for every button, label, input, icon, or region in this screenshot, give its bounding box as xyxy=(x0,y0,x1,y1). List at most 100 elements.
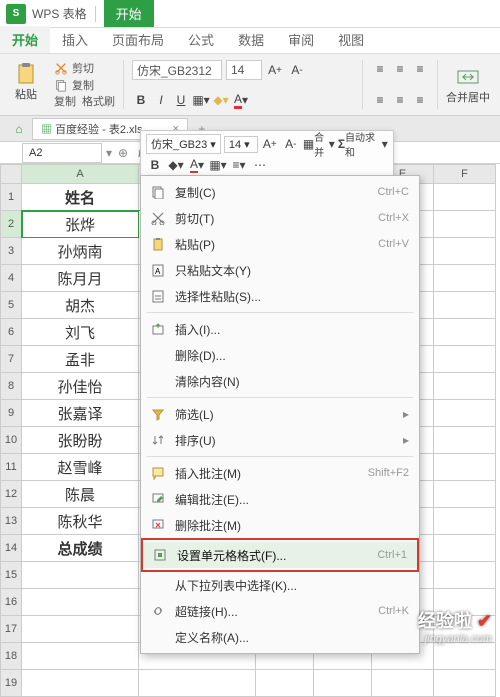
cell[interactable] xyxy=(434,238,496,265)
copy-label2[interactable]: 复制 xyxy=(54,93,76,109)
row-header[interactable]: 2 xyxy=(0,211,22,238)
mini-font-select[interactable]: 仿宋_GB23 ▾ xyxy=(146,134,221,154)
ctx-插入批注M[interactable]: 插入批注(M)Shift+F2 xyxy=(141,460,419,486)
paste-button[interactable]: 粘贴 xyxy=(10,60,42,104)
ctx-复制C[interactable]: 复制(C)Ctrl+C xyxy=(141,179,419,205)
cell[interactable] xyxy=(434,508,496,535)
ctx-插入I[interactable]: 插入(I)... xyxy=(141,316,419,342)
font-size-select[interactable]: 14 xyxy=(226,60,262,80)
cell[interactable]: 张烨 xyxy=(22,211,139,238)
mini-fill[interactable]: ◆▾ xyxy=(167,156,185,174)
row-header[interactable]: 8 xyxy=(0,373,22,400)
name-box[interactable]: A2 xyxy=(22,143,102,163)
cell[interactable] xyxy=(434,562,496,589)
ctx-定义名称A[interactable]: 定义名称(A)... xyxy=(141,624,419,650)
row-header[interactable]: 15 xyxy=(0,562,22,589)
valign-mid-icon[interactable]: ≡ xyxy=(391,91,409,109)
ctx-设置单元格格式F[interactable]: 设置单元格格式(F)...Ctrl+1 xyxy=(143,542,417,568)
col-header-A[interactable]: A xyxy=(22,164,139,184)
cell[interactable]: 胡杰 xyxy=(22,292,139,319)
cell[interactable] xyxy=(434,346,496,373)
row-header[interactable]: 14 xyxy=(0,535,22,562)
ctx-删除D[interactable]: 删除(D)... xyxy=(141,342,419,368)
align-right-icon[interactable]: ≡ xyxy=(411,60,429,78)
format-painter[interactable]: 格式刷 xyxy=(82,93,115,109)
ctx-粘贴P[interactable]: 粘贴(P)Ctrl+V xyxy=(141,231,419,257)
ctx-编辑批注E[interactable]: 编辑批注(E)... xyxy=(141,486,419,512)
ctx-超链接H[interactable]: 超链接(H)...Ctrl+K xyxy=(141,598,419,624)
ctx-筛选L[interactable]: 筛选(L)▸ xyxy=(141,401,419,427)
align-center-icon[interactable]: ≡ xyxy=(391,60,409,78)
row-header[interactable]: 17 xyxy=(0,616,22,643)
cell[interactable] xyxy=(22,616,139,643)
cell[interactable]: 陈秋华 xyxy=(22,508,139,535)
ctx-只粘贴文本Y[interactable]: A只粘贴文本(Y) xyxy=(141,257,419,283)
row-header[interactable]: 12 xyxy=(0,481,22,508)
underline-button[interactable]: U xyxy=(172,91,190,109)
ctx-选择性粘贴S[interactable]: 选择性粘贴(S)... xyxy=(141,283,419,309)
cell[interactable]: 张嘉译 xyxy=(22,400,139,427)
valign-top-icon[interactable]: ≡ xyxy=(371,91,389,109)
cell[interactable]: 孙炳南 xyxy=(22,238,139,265)
cell[interactable]: 孟非 xyxy=(22,346,139,373)
row-header[interactable]: 6 xyxy=(0,319,22,346)
mini-border[interactable]: ▦▾ xyxy=(209,156,227,174)
row-header[interactable]: 4 xyxy=(0,265,22,292)
tab-formula[interactable]: 公式 xyxy=(176,26,226,53)
cell[interactable] xyxy=(434,400,496,427)
row-header[interactable]: 1 xyxy=(0,184,22,211)
cell[interactable] xyxy=(434,184,496,211)
cell[interactable] xyxy=(22,562,139,589)
row-header[interactable]: 18 xyxy=(0,643,22,670)
mini-inc-font[interactable]: A+ xyxy=(261,135,279,153)
row-header[interactable]: 3 xyxy=(0,238,22,265)
tab-start-green[interactable]: 开始 xyxy=(104,0,154,27)
italic-button[interactable]: I xyxy=(152,91,170,109)
align-left-icon[interactable]: ≡ xyxy=(371,60,389,78)
bold-button[interactable]: B xyxy=(132,91,150,109)
cell[interactable] xyxy=(434,265,496,292)
cell[interactable]: 陈晨 xyxy=(22,481,139,508)
cell[interactable] xyxy=(434,454,496,481)
mini-font-color[interactable]: A▾ xyxy=(188,156,206,174)
name-dropdown-icon[interactable]: ▾ xyxy=(102,146,116,160)
mini-align[interactable]: ≡▾ xyxy=(230,156,248,174)
cell[interactable] xyxy=(22,643,139,670)
mini-size-select[interactable]: 14 ▾ xyxy=(224,136,258,153)
cell[interactable] xyxy=(434,319,496,346)
cell[interactable] xyxy=(434,643,496,670)
row-header[interactable]: 10 xyxy=(0,427,22,454)
cell[interactable] xyxy=(22,589,139,616)
cell[interactable]: 总成绩 xyxy=(22,535,139,562)
ctx-剪切T[interactable]: 剪切(T)Ctrl+X xyxy=(141,205,419,231)
row-header[interactable]: 5 xyxy=(0,292,22,319)
cell[interactable] xyxy=(372,670,434,697)
col-header-F[interactable]: F xyxy=(434,164,496,184)
cell[interactable] xyxy=(434,535,496,562)
mini-merge-icon[interactable]: ▦ 合并▾ xyxy=(303,135,335,153)
cell[interactable]: 孙佳怡 xyxy=(22,373,139,400)
cell[interactable] xyxy=(434,481,496,508)
mini-sum-icon[interactable]: Σ 自动求和▾ xyxy=(338,135,388,153)
font-color-button[interactable]: A▾ xyxy=(232,91,250,109)
cell[interactable]: 刘飞 xyxy=(22,319,139,346)
tab-data[interactable]: 数据 xyxy=(226,26,276,53)
cell[interactable] xyxy=(256,670,314,697)
row-header[interactable]: 19 xyxy=(0,670,22,697)
row-header[interactable]: 7 xyxy=(0,346,22,373)
row-header[interactable]: 13 xyxy=(0,508,22,535)
select-all-corner[interactable] xyxy=(0,164,22,184)
cell[interactable]: 赵雪峰 xyxy=(22,454,139,481)
doc-home-icon[interactable]: ⌂ xyxy=(10,120,28,138)
inc-font-icon[interactable]: A+ xyxy=(266,61,284,79)
cut-button[interactable]: 剪切 xyxy=(54,60,115,76)
cell[interactable]: 姓名 xyxy=(22,184,139,211)
ctx-从下拉列表中选择K[interactable]: 从下拉列表中选择(K)... xyxy=(141,572,419,598)
cell[interactable] xyxy=(139,670,256,697)
fill-button[interactable]: ◆▾ xyxy=(212,91,230,109)
tab-layout[interactable]: 页面布局 xyxy=(100,26,176,53)
cell[interactable] xyxy=(22,670,139,697)
cell[interactable] xyxy=(434,292,496,319)
cell[interactable] xyxy=(434,670,496,697)
dec-font-icon[interactable]: A- xyxy=(288,61,306,79)
